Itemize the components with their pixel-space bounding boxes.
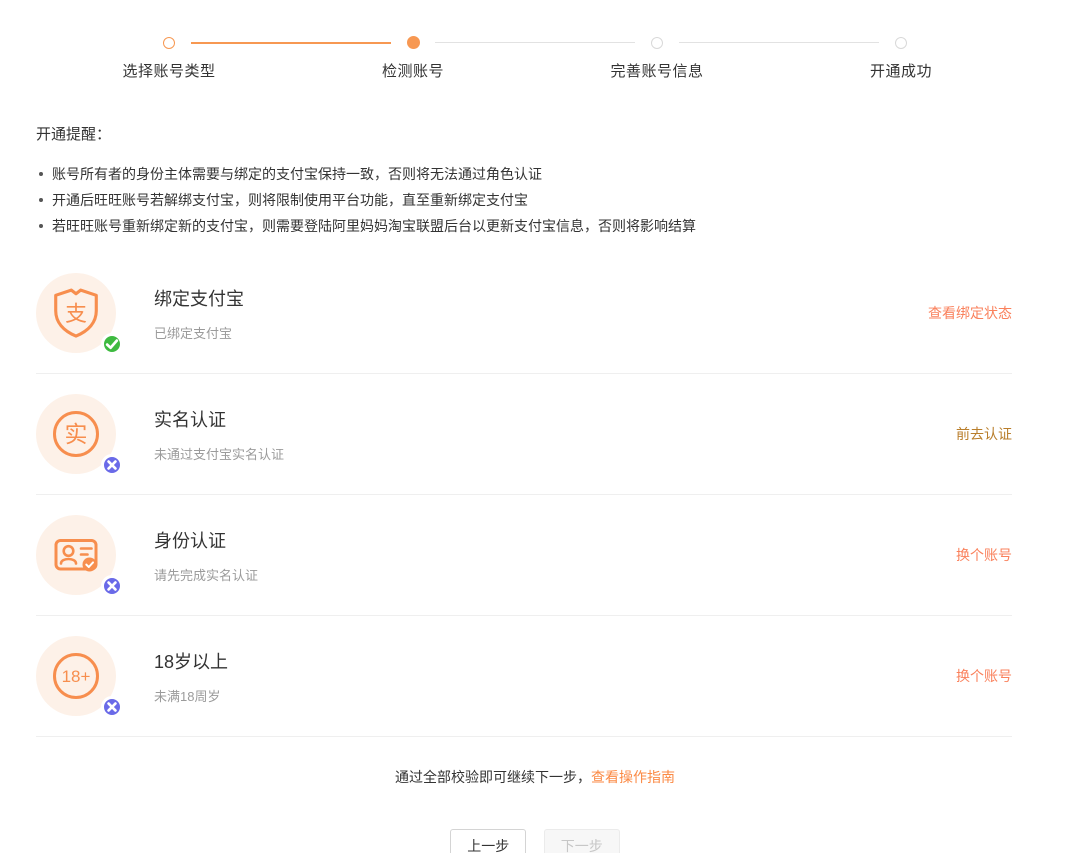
button-bar: 上一步 下一步	[0, 829, 1070, 853]
bullet-icon	[39, 224, 43, 228]
real-name-icon: 实	[36, 394, 116, 474]
step-connector	[191, 42, 391, 44]
check-icon	[105, 337, 119, 351]
change-account-link[interactable]: 换个账号	[956, 666, 1012, 686]
stepper-step-complete-info: 完善账号信息	[535, 37, 779, 81]
change-account-link[interactable]: 换个账号	[956, 545, 1012, 565]
check-text: 绑定支付宝 已绑定支付宝	[154, 285, 244, 342]
step-dot-icon	[895, 37, 907, 49]
check-title: 18岁以上	[154, 648, 228, 674]
svg-text:实: 实	[65, 421, 88, 447]
check-title: 实名认证	[154, 406, 284, 432]
view-binding-status-link[interactable]: 查看绑定状态	[928, 303, 1012, 323]
progress-stepper: 选择账号类型 检测账号 完善账号信息 开通成功	[47, 37, 1023, 81]
notice-section: 开通提醒： 账号所有者的身份主体需要与绑定的支付宝保持一致，否则将无法通过角色认…	[36, 123, 1012, 239]
check-row-age: 18+ 18岁以上 未满18周岁 换个账号	[36, 616, 1012, 737]
svg-text:支: 支	[65, 301, 87, 326]
step-connector	[679, 42, 879, 43]
stepper-step-success: 开通成功	[779, 37, 1023, 81]
check-subtitle: 已绑定支付宝	[154, 323, 244, 342]
alipay-shield-icon: 支	[36, 273, 116, 353]
step-label: 完善账号信息	[535, 60, 779, 81]
check-text: 18岁以上 未满18周岁	[154, 648, 228, 705]
bullet-icon	[39, 172, 43, 176]
notice-text: 开通后旺旺账号若解绑支付宝，则将限制使用平台功能，直至重新绑定支付宝	[52, 187, 528, 213]
cross-icon	[105, 579, 119, 593]
step-connector	[435, 42, 635, 43]
cross-icon	[105, 700, 119, 714]
account-check-page: 选择账号类型 检测账号 完善账号信息 开通成功 开通提醒： 账号所有者的身份主体…	[0, 37, 1070, 853]
notice-text: 若旺旺账号重新绑定新的支付宝，则需要登陆阿里妈妈淘宝联盟后台以更新支付宝信息，否…	[52, 213, 696, 239]
notice-list: 账号所有者的身份主体需要与绑定的支付宝保持一致，否则将无法通过角色认证 开通后旺…	[36, 161, 1012, 239]
check-title: 身份认证	[154, 527, 258, 553]
next-step-button[interactable]: 下一步	[544, 829, 620, 853]
step-label: 检测账号	[291, 60, 535, 81]
footer-hint-text: 通过全部校验即可继续下一步，	[395, 769, 591, 785]
go-verify-link[interactable]: 前去认证	[956, 424, 1012, 444]
step-dot-icon	[407, 36, 420, 49]
notice-item: 开通后旺旺账号若解绑支付宝，则将限制使用平台功能，直至重新绑定支付宝	[36, 187, 1012, 213]
check-row-identity: 身份认证 请先完成实名认证 换个账号	[36, 495, 1012, 616]
check-text: 身份认证 请先完成实名认证	[154, 527, 258, 584]
step-dot-icon	[651, 37, 663, 49]
step-dot-icon	[163, 37, 175, 49]
verification-list: 支 绑定支付宝 已绑定支付宝 查看绑定状态	[36, 253, 1012, 737]
operation-guide-link[interactable]: 查看操作指南	[591, 769, 675, 785]
notice-text: 账号所有者的身份主体需要与绑定的支付宝保持一致，否则将无法通过角色认证	[52, 161, 542, 187]
svg-text:18+: 18+	[62, 667, 91, 686]
check-subtitle: 未满18周岁	[154, 686, 228, 705]
age-18plus-icon: 18+	[36, 636, 116, 716]
check-row-bind-alipay: 支 绑定支付宝 已绑定支付宝 查看绑定状态	[36, 253, 1012, 374]
check-title: 绑定支付宝	[154, 285, 244, 311]
check-text: 实名认证 未通过支付宝实名认证	[154, 406, 284, 463]
notice-title: 开通提醒：	[36, 123, 1012, 144]
bullet-icon	[39, 198, 43, 202]
status-badge	[101, 575, 123, 597]
step-label: 开通成功	[779, 60, 1023, 81]
status-badge	[101, 454, 123, 476]
check-subtitle: 请先完成实名认证	[154, 565, 258, 584]
footer-hint: 通过全部校验即可继续下一步，查看操作指南	[0, 767, 1070, 787]
check-subtitle: 未通过支付宝实名认证	[154, 444, 284, 463]
cross-icon	[105, 458, 119, 472]
prev-step-button[interactable]: 上一步	[450, 829, 526, 853]
check-row-real-name: 实 实名认证 未通过支付宝实名认证 前去认证	[36, 374, 1012, 495]
notice-item: 若旺旺账号重新绑定新的支付宝，则需要登陆阿里妈妈淘宝联盟后台以更新支付宝信息，否…	[36, 213, 1012, 239]
stepper-step-check-account: 检测账号	[291, 37, 535, 81]
status-badge	[101, 696, 123, 718]
status-badge	[101, 333, 123, 355]
notice-item: 账号所有者的身份主体需要与绑定的支付宝保持一致，否则将无法通过角色认证	[36, 161, 1012, 187]
step-label: 选择账号类型	[47, 60, 291, 81]
id-card-icon	[36, 515, 116, 595]
